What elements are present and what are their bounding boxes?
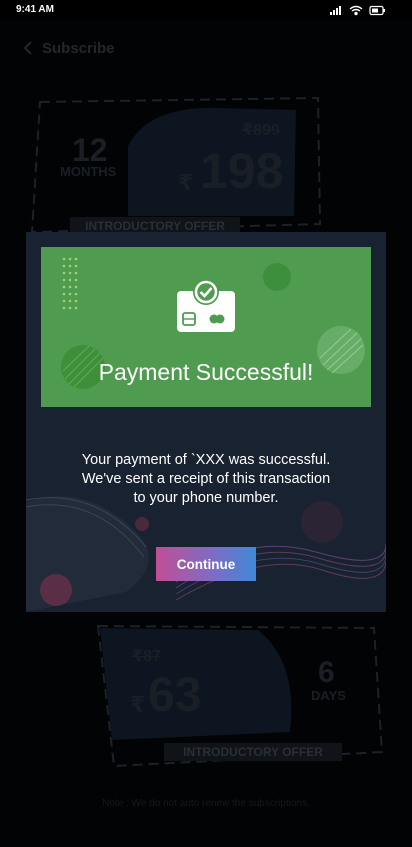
plan-old-price: ₹899 — [242, 120, 280, 140]
dialog-title: Payment Successful! — [98, 359, 314, 385]
signal-icon — [330, 6, 341, 15]
dialog-message: Your payment of `XXX was successful. We'… — [56, 451, 356, 508]
status-time: 9:41 AM — [16, 4, 54, 15]
dialog-message-line: We've sent a receipt of this transaction — [81, 471, 331, 487]
status-bar: 9:41 AM — [0, 0, 412, 20]
currency-symbol: ₹ — [242, 122, 254, 139]
dialog-message-line: Your payment of `XXX was successful. — [81, 452, 331, 468]
continue-button[interactable]: Continue — [156, 547, 256, 581]
plan-price: 63 — [148, 669, 202, 722]
plan-old-price: ₹87 — [132, 646, 161, 666]
plan-card-6-days[interactable]: ₹87 ₹ 63 6 DAYS — [28, 622, 384, 768]
plan-duration: 6 — [318, 656, 335, 689]
footnote: Note : We do not auto renew the subscrip… — [102, 798, 310, 809]
plan-unit: DAYS — [311, 688, 346, 703]
currency-symbol: ₹ — [132, 648, 144, 665]
plan-old-price-value: 87 — [143, 648, 161, 665]
currency-symbol: ₹ — [178, 170, 194, 195]
status-icons — [330, 5, 385, 16]
dialog-message-line: to your phone number. — [133, 490, 279, 506]
payment-success-dialog: Payment Successful! Your payment of `XXX… — [26, 232, 386, 612]
battery-icon — [369, 5, 385, 16]
dot-grid — [62, 257, 78, 310]
page-title: Subscribe — [42, 40, 115, 57]
plan-unit: MONTHS — [60, 164, 117, 179]
plan-price: 198 — [200, 143, 284, 199]
wifi-icon — [349, 5, 363, 16]
plan-old-price-value: 899 — [253, 122, 280, 139]
currency-symbol: ₹ — [130, 692, 146, 717]
success-banner: Payment Successful! — [41, 247, 371, 407]
chevron-left-icon[interactable] — [22, 40, 34, 56]
plan-offer-badge: INTRODUCTORY OFFER — [164, 743, 342, 761]
plan-card-12-months[interactable]: 12 MONTHS ₹899 ₹ 198 — [28, 96, 384, 236]
card-check-icon — [177, 279, 235, 332]
nav-bar: Subscribe — [0, 28, 412, 68]
